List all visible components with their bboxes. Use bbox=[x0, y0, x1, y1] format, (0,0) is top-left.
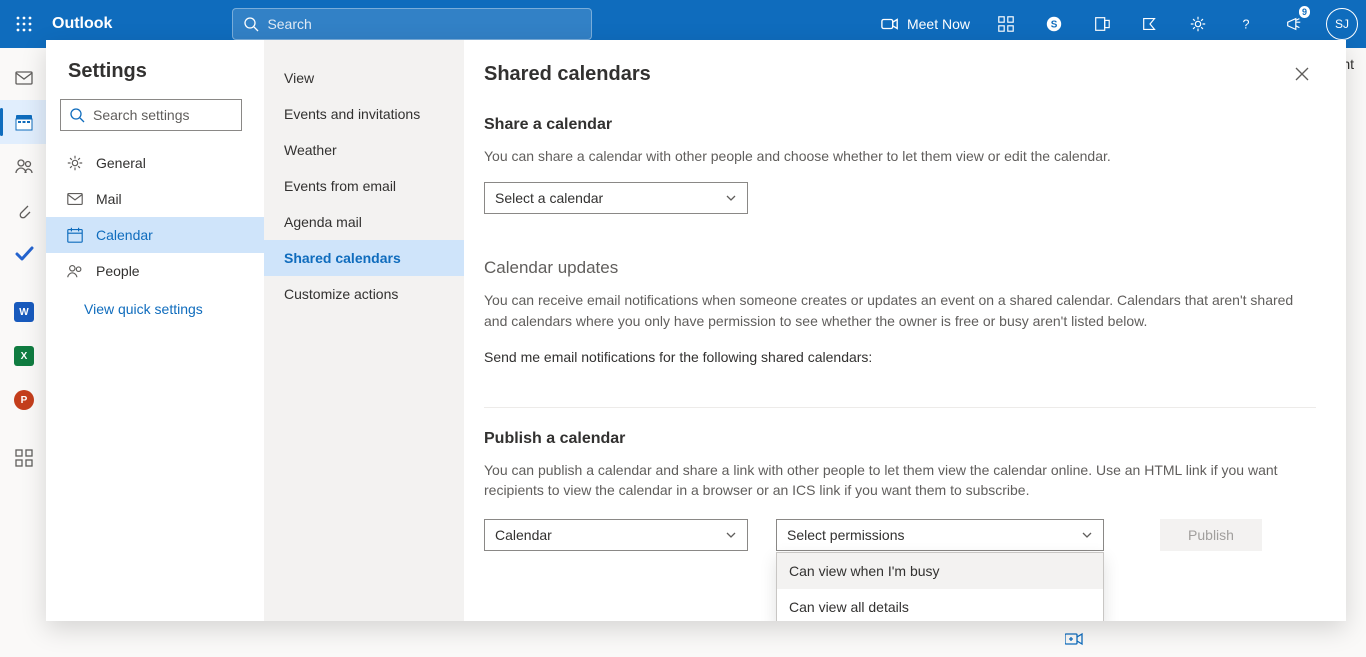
todo-icon bbox=[14, 244, 34, 264]
publish-heading: Publish a calendar bbox=[484, 408, 1316, 448]
sub-view[interactable]: View bbox=[264, 60, 464, 96]
publish-button[interactable]: Publish bbox=[1160, 519, 1262, 551]
rail-todo[interactable] bbox=[0, 232, 48, 276]
excel-icon: X bbox=[14, 346, 34, 366]
video-icon bbox=[881, 15, 899, 33]
calendar-icon bbox=[14, 112, 34, 132]
category-mail[interactable]: Mail bbox=[46, 181, 264, 217]
gear-icon bbox=[66, 154, 84, 172]
settings-subnav: View Events and invitations Weather Even… bbox=[264, 40, 464, 621]
rail-excel[interactable]: X bbox=[0, 334, 48, 378]
app-launcher-button[interactable] bbox=[0, 0, 48, 48]
permission-option-all[interactable]: Can view all details bbox=[777, 589, 1103, 621]
rail-people[interactable] bbox=[0, 144, 48, 188]
apps-icon bbox=[14, 448, 34, 468]
settings-search[interactable]: Search settings bbox=[60, 99, 242, 131]
join-meeting-icon[interactable] bbox=[1065, 632, 1083, 651]
mail-icon bbox=[66, 190, 84, 208]
sub-agenda-mail[interactable]: Agenda mail bbox=[264, 204, 464, 240]
people-icon bbox=[66, 262, 84, 280]
chevron-down-icon bbox=[725, 192, 737, 204]
category-calendar[interactable]: Calendar bbox=[46, 217, 264, 253]
rail-files[interactable] bbox=[0, 188, 48, 232]
word-icon: W bbox=[14, 302, 34, 322]
sub-weather[interactable]: Weather bbox=[264, 132, 464, 168]
teams-icon bbox=[997, 15, 1015, 33]
publish-permission-select[interactable]: Select permissions bbox=[776, 519, 1104, 551]
view-quick-settings-link[interactable]: View quick settings bbox=[46, 289, 264, 317]
rail-powerpoint[interactable]: P bbox=[0, 378, 48, 422]
share-heading: Share a calendar bbox=[484, 102, 1316, 134]
settings-search-placeholder: Search settings bbox=[93, 107, 190, 123]
updates-heading: Calendar updates bbox=[484, 244, 1316, 278]
notification-badge: 9 bbox=[1299, 6, 1310, 18]
permission-option-busy[interactable]: Can view when I'm busy bbox=[777, 553, 1103, 589]
category-people[interactable]: People bbox=[46, 253, 264, 289]
search-icon bbox=[243, 16, 259, 32]
people-icon bbox=[14, 156, 34, 176]
mail-icon bbox=[14, 68, 34, 88]
settings-panel: Shared calendars Share a calendar You ca… bbox=[464, 40, 1346, 621]
global-search[interactable] bbox=[232, 8, 592, 40]
rail-mail[interactable] bbox=[0, 56, 48, 100]
close-icon bbox=[1295, 67, 1309, 81]
publish-desc: You can publish a calendar and share a l… bbox=[484, 460, 1316, 501]
close-button[interactable] bbox=[1286, 58, 1318, 90]
settings-title: Settings bbox=[46, 60, 264, 99]
category-label: Calendar bbox=[96, 227, 153, 243]
svg-text:?: ? bbox=[1242, 18, 1249, 32]
updates-desc: You can receive email notifications when… bbox=[484, 290, 1316, 331]
sub-customize-actions[interactable]: Customize actions bbox=[264, 276, 464, 312]
powerpoint-icon: P bbox=[14, 390, 34, 410]
gear-icon bbox=[1189, 15, 1207, 33]
panel-body: Share a calendar You can share a calenda… bbox=[464, 102, 1340, 621]
publish-calendar-select[interactable]: Calendar bbox=[484, 519, 748, 551]
rail-more-apps[interactable] bbox=[0, 436, 48, 480]
category-general[interactable]: General bbox=[46, 145, 264, 181]
publish-permission-placeholder: Select permissions bbox=[787, 527, 905, 543]
publish-row: Calendar Select permissions Publish Can … bbox=[484, 519, 1316, 551]
rail-word[interactable]: W bbox=[0, 290, 48, 334]
settings-overlay: Settings Search settings General Mail Ca… bbox=[46, 40, 1346, 621]
global-search-input[interactable] bbox=[267, 16, 581, 32]
avatar-initials: SJ bbox=[1335, 17, 1349, 31]
chevron-down-icon bbox=[1081, 529, 1093, 541]
category-label: People bbox=[96, 263, 140, 279]
attachment-icon bbox=[14, 200, 34, 220]
sub-events-from-email[interactable]: Events from email bbox=[264, 168, 464, 204]
category-label: General bbox=[96, 155, 146, 171]
rail-calendar[interactable] bbox=[0, 100, 48, 144]
publish-calendar-value: Calendar bbox=[495, 527, 552, 543]
share-calendar-placeholder: Select a calendar bbox=[495, 190, 603, 206]
share-calendar-select[interactable]: Select a calendar bbox=[484, 182, 748, 214]
megaphone-icon bbox=[1285, 15, 1303, 33]
meet-now-label: Meet Now bbox=[907, 16, 970, 32]
notes-icon bbox=[1141, 15, 1159, 33]
account-avatar[interactable]: SJ bbox=[1326, 8, 1358, 40]
help-icon: ? bbox=[1237, 15, 1255, 33]
sub-shared-calendars[interactable]: Shared calendars bbox=[264, 240, 464, 276]
panel-header: Shared calendars bbox=[464, 40, 1346, 102]
permission-dropdown: Can view when I'm busy Can view all deta… bbox=[776, 552, 1104, 621]
category-label: Mail bbox=[96, 191, 122, 207]
left-app-rail: W X P bbox=[0, 48, 48, 657]
calendar-icon bbox=[66, 226, 84, 244]
sub-events-invitations[interactable]: Events and invitations bbox=[264, 96, 464, 132]
chevron-down-icon bbox=[725, 529, 737, 541]
share-desc: You can share a calendar with other peop… bbox=[484, 146, 1316, 166]
svg-text:S: S bbox=[1051, 20, 1058, 31]
addins-icon bbox=[1093, 15, 1111, 33]
meet-now-button[interactable]: Meet Now bbox=[869, 15, 982, 33]
settings-nav: Settings Search settings General Mail Ca… bbox=[46, 40, 264, 621]
brand-label: Outlook bbox=[52, 15, 112, 33]
search-icon bbox=[69, 107, 85, 123]
skype-icon: S bbox=[1045, 15, 1063, 33]
updates-prompt: Send me email notifications for the foll… bbox=[484, 347, 1316, 367]
panel-title: Shared calendars bbox=[484, 63, 651, 86]
waffle-icon bbox=[16, 16, 32, 32]
